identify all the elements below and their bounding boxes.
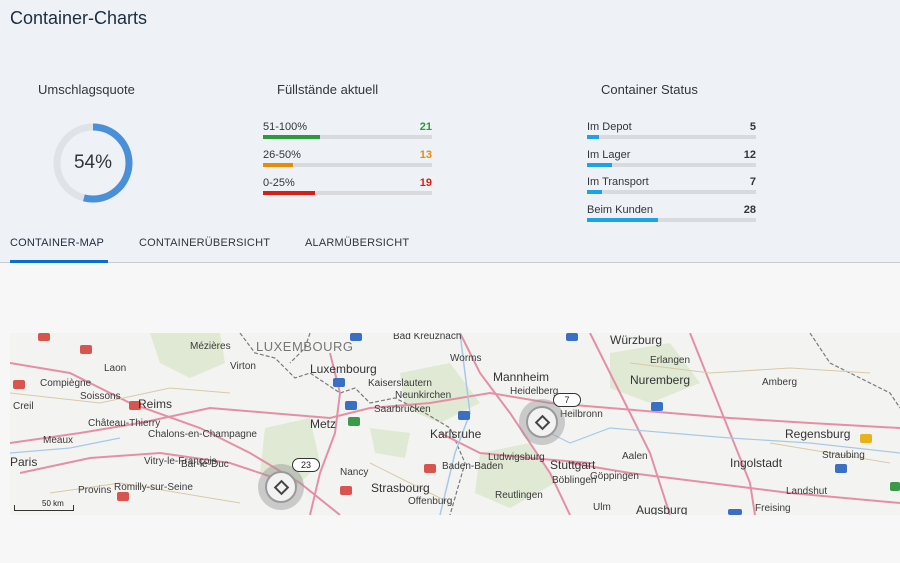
fuellstand-row-count: 21 bbox=[419, 121, 432, 133]
city-label: Mézières bbox=[190, 341, 231, 352]
status-row: Im Transport 7 bbox=[587, 176, 756, 200]
city-label: Provins bbox=[78, 485, 112, 496]
fuellstand-row-label: 26-50% bbox=[263, 149, 301, 161]
map-cluster[interactable]: 23 bbox=[258, 458, 320, 510]
city-label: Würzburg bbox=[610, 333, 663, 347]
city-label: Karlsruhe bbox=[430, 427, 482, 441]
city-label: Mannheim bbox=[493, 370, 550, 384]
city-label: Freising bbox=[755, 503, 791, 514]
city-label: Heidelberg bbox=[510, 386, 559, 397]
map-scale-label: 50 km bbox=[42, 499, 64, 508]
diamond-icon bbox=[273, 479, 290, 496]
city-label: Heilbronn bbox=[560, 409, 603, 420]
fuellstand-row-count: 13 bbox=[419, 149, 432, 161]
status-row-track bbox=[587, 135, 756, 139]
city-label: Reims bbox=[138, 397, 173, 411]
status-row-track bbox=[587, 217, 756, 222]
city-label: Meaux bbox=[43, 435, 74, 446]
status-row: Beim Kunden 28 bbox=[587, 204, 756, 228]
container-status-title: Container Status bbox=[601, 82, 698, 97]
city-label: Nancy bbox=[340, 467, 369, 478]
city-label: Stuttgart bbox=[550, 458, 596, 472]
city-label: Saarbrucken bbox=[374, 404, 431, 415]
city-label: Kaiserslautern bbox=[368, 378, 432, 389]
city-label: Ludwigsburg bbox=[488, 452, 545, 463]
city-label: Paris bbox=[10, 455, 38, 469]
status-row-label: Im Transport bbox=[587, 176, 649, 188]
umschlagsquote-value: 54% bbox=[73, 152, 113, 173]
status-row-label: Im Depot bbox=[587, 121, 632, 133]
map-cluster[interactable]: 7 bbox=[519, 393, 581, 445]
city-label: Göppingen bbox=[590, 471, 639, 482]
city-label: Bad Kreuznach bbox=[393, 333, 462, 342]
status-row-count: 7 bbox=[749, 176, 756, 188]
status-row-count: 5 bbox=[749, 121, 756, 133]
city-label: Erlangen bbox=[650, 355, 691, 366]
page-title: Container-Charts bbox=[10, 8, 148, 28]
fuellstand-row-label: 0-25% bbox=[263, 177, 295, 189]
status-row: Im Depot 5 bbox=[587, 121, 756, 145]
city-label: Neunkirchen bbox=[395, 390, 452, 401]
fuellstand-row-fill bbox=[263, 191, 316, 195]
city-label: Ingolstadt bbox=[730, 456, 783, 470]
city-label: Château-Thierry bbox=[88, 418, 161, 429]
status-row-fill bbox=[587, 217, 658, 222]
fuellstand-row-count: 19 bbox=[419, 177, 432, 189]
tab-containeruebersicht[interactable]: CONTAINERÜBERSICHT bbox=[139, 237, 270, 249]
city-label: Creil bbox=[13, 401, 34, 412]
fuellstand-row-track bbox=[263, 163, 432, 167]
fuellstaende-title: Füllstände aktuell bbox=[277, 82, 379, 97]
diamond-icon bbox=[534, 414, 551, 431]
tab-alarmuebersicht[interactable]: ALARMÜBERSICHT bbox=[305, 237, 409, 249]
status-row-track bbox=[587, 190, 756, 194]
city-label: Compiègne bbox=[40, 378, 92, 389]
status-row-label: Im Lager bbox=[587, 148, 631, 161]
city-label: Regensburg bbox=[785, 427, 851, 441]
city-label: Bar-le-Duc bbox=[181, 459, 229, 470]
region-label: LUXEMBOURG bbox=[256, 339, 354, 354]
city-label: Luxembourg bbox=[310, 362, 377, 376]
fuellstand-row: 26-50% 13 bbox=[263, 149, 432, 173]
status-row-label: Beim Kunden bbox=[587, 203, 654, 216]
city-label: Romilly-sur-Seine bbox=[114, 482, 193, 493]
status-row: Im Lager 12 bbox=[587, 149, 756, 173]
city-label: Worms bbox=[450, 353, 482, 364]
city-label: Ulm bbox=[593, 502, 611, 513]
cluster-count-badge: 23 bbox=[292, 458, 320, 472]
city-label: Reutlingen bbox=[495, 490, 543, 501]
city-label: Laon bbox=[104, 363, 127, 374]
tab-bar: CONTAINER-MAP CONTAINERÜBERSICHT ALARMÜB… bbox=[0, 228, 900, 263]
container-map[interactable]: LUXEMBOURG Compiègne Laon Mézières Virton So… bbox=[10, 333, 900, 515]
fuellstand-row-label: 51-100% bbox=[263, 121, 308, 133]
city-label: Offenburg bbox=[408, 496, 453, 507]
status-row-count: 12 bbox=[743, 148, 756, 161]
fuellstand-row-track bbox=[263, 135, 432, 139]
fuellstand-row-fill bbox=[263, 163, 294, 167]
status-row-track bbox=[587, 162, 756, 167]
fuellstand-row-track bbox=[263, 191, 432, 195]
city-label: Soissons bbox=[80, 391, 121, 402]
city-label: Straubing bbox=[822, 450, 865, 461]
city-label: Nuremberg bbox=[630, 373, 691, 387]
city-label: Landshut bbox=[786, 486, 828, 497]
fuellstand-row: 0-25% 19 bbox=[263, 177, 432, 201]
cluster-count-badge: 7 bbox=[553, 393, 581, 407]
umschlagsquote-title: Umschlagsquote bbox=[38, 82, 135, 97]
fuellstand-row-fill bbox=[263, 135, 321, 139]
city-label: Chalons-en-Champagne bbox=[148, 429, 257, 440]
fuellstand-row: 51-100% 21 bbox=[263, 121, 432, 145]
city-label: Strasbourg bbox=[371, 481, 430, 495]
city-label: Augsburg bbox=[636, 503, 688, 515]
city-label: Amberg bbox=[762, 377, 798, 388]
status-row-fill bbox=[587, 162, 613, 167]
umschlagsquote-donut: 54% bbox=[52, 122, 134, 204]
header-area: Container-Charts Umschlagsquote 54% Füll… bbox=[0, 0, 900, 263]
status-row-fill bbox=[587, 190, 603, 194]
city-label: Metz bbox=[310, 417, 337, 431]
tab-container-map[interactable]: CONTAINER-MAP bbox=[10, 237, 104, 249]
status-row-fill bbox=[587, 135, 599, 139]
status-row-count: 28 bbox=[743, 203, 756, 216]
city-label: Aalen bbox=[622, 451, 648, 462]
city-label: Virton bbox=[230, 361, 256, 372]
